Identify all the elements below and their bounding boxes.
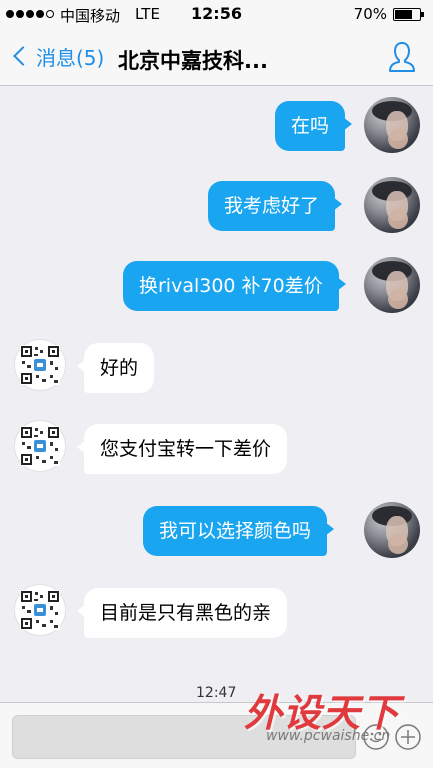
conversation-title: 北京中嘉技科...	[118, 49, 268, 73]
chevron-left-icon	[13, 46, 33, 66]
contact-avatar[interactable]	[14, 584, 66, 636]
message-bubble-outgoing[interactable]: 我考虑好了	[208, 181, 343, 231]
qr-code-icon	[20, 590, 60, 630]
message-bubble-incoming[interactable]: 好的	[76, 343, 155, 393]
battery-percent: 70%	[353, 5, 387, 23]
message-bubble-incoming[interactable]: 您支付宝转一下差价	[76, 424, 288, 474]
back-button[interactable]: 消息(5)	[8, 36, 104, 76]
nav-bar: 消息(5) 北京中嘉技科...	[0, 28, 433, 86]
qr-code-icon	[20, 426, 60, 466]
my-avatar[interactable]	[364, 257, 420, 313]
my-avatar[interactable]	[364, 97, 420, 153]
my-avatar[interactable]	[364, 177, 420, 233]
back-button-label: 消息(5)	[36, 45, 105, 70]
battery-icon	[393, 8, 424, 21]
input-bar	[0, 702, 433, 768]
person-icon[interactable]	[387, 40, 417, 74]
qr-code-icon	[20, 345, 60, 385]
message-bubble-outgoing[interactable]: 我可以选择颜色吗	[143, 506, 335, 556]
message-bubble-outgoing[interactable]: 在吗	[275, 101, 353, 151]
smiley-icon[interactable]	[362, 723, 390, 751]
message-bubble-incoming[interactable]: 目前是只有黑色的亲	[76, 588, 288, 638]
message-timestamp: 12:47	[196, 685, 237, 701]
status-bar: 中国移动 LTE 12:56 70%	[0, 0, 433, 28]
message-input[interactable]	[12, 715, 356, 759]
contact-avatar[interactable]	[14, 420, 66, 472]
contact-avatar[interactable]	[14, 339, 66, 391]
chat-area[interactable]: 在吗 我考虑好了 换rival300 补70差价 好的 您支付宝转一下差价 我可…	[0, 87, 433, 702]
message-bubble-outgoing[interactable]: 换rival300 补70差价	[123, 261, 346, 311]
my-avatar[interactable]	[364, 502, 420, 558]
plus-icon[interactable]	[394, 723, 422, 751]
